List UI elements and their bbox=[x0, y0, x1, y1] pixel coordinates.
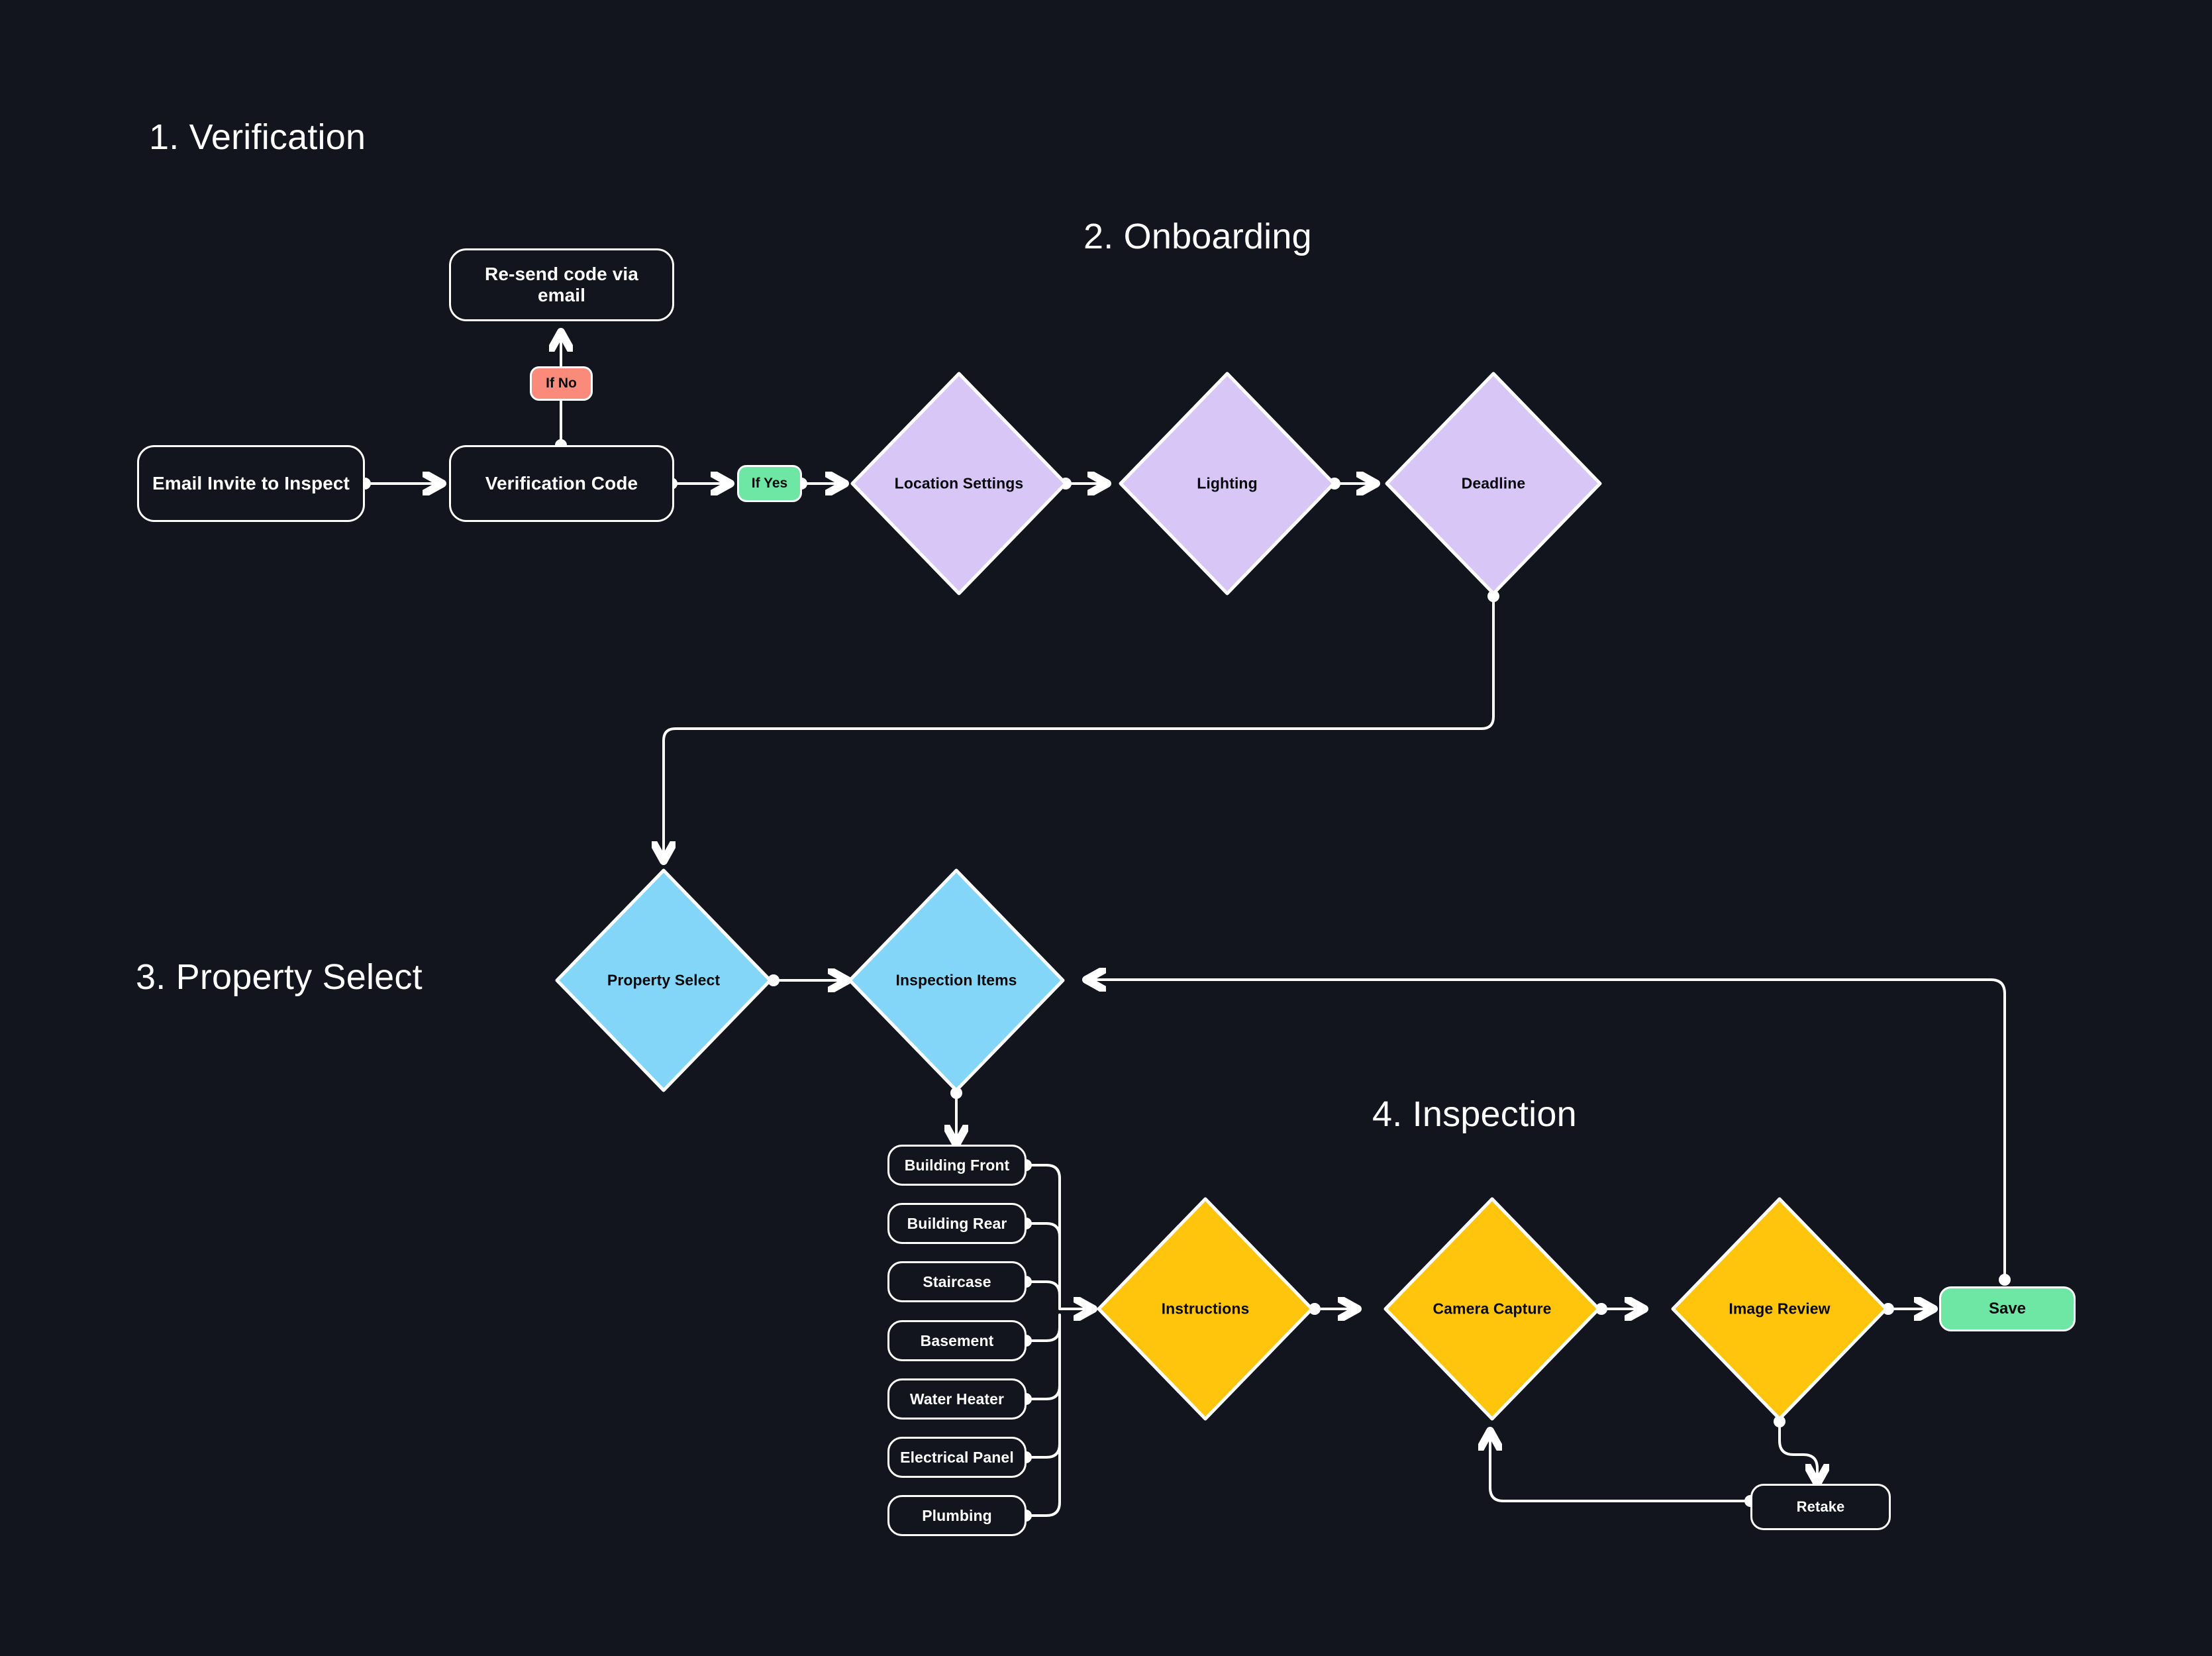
node-item-electrical-panel[interactable]: Electrical Panel bbox=[887, 1437, 1027, 1478]
section-title-verification: 1. Verification bbox=[149, 117, 366, 157]
node-inspection-items[interactable]: Inspection Items bbox=[847, 868, 1066, 1093]
section-title-onboarding: 2. Onboarding bbox=[1083, 217, 1312, 256]
diagram-canvas: 1. Verification 2. Onboarding 3. Propert… bbox=[0, 0, 2212, 1656]
node-save[interactable]: Save bbox=[1939, 1286, 2076, 1331]
edge-items-to-instructions bbox=[1020, 1159, 1093, 1522]
diamond-shape bbox=[1671, 1197, 1888, 1421]
edge-camera-to-image-review bbox=[1595, 1303, 1644, 1315]
edge-deadline-to-property-select bbox=[664, 590, 1499, 861]
node-lighting[interactable]: Lighting bbox=[1118, 371, 1336, 596]
node-deadline[interactable]: Deadline bbox=[1384, 371, 1603, 596]
edge-property-select-to-inspection-items bbox=[768, 974, 848, 986]
node-item-basement[interactable]: Basement bbox=[887, 1320, 1027, 1361]
edge-image-review-to-retake bbox=[1774, 1416, 1817, 1484]
section-title-inspection: 4. Inspection bbox=[1372, 1094, 1577, 1134]
edge-inspection-items-to-list bbox=[950, 1087, 962, 1145]
diamond-shape bbox=[555, 868, 772, 1092]
edge-instructions-to-camera bbox=[1309, 1303, 1358, 1315]
diamond-shape bbox=[1385, 372, 1602, 595]
diamond-shape bbox=[848, 868, 1065, 1092]
diamond-shape bbox=[1383, 1197, 1601, 1421]
node-retake[interactable]: Retake bbox=[1750, 1484, 1891, 1530]
node-verification-code[interactable]: Verification Code bbox=[449, 445, 674, 522]
node-item-building-rear[interactable]: Building Rear bbox=[887, 1203, 1027, 1244]
node-instructions[interactable]: Instructions bbox=[1096, 1196, 1315, 1422]
node-resend-code[interactable]: Re-send code via email bbox=[449, 248, 674, 321]
edge-image-review-to-save bbox=[1882, 1303, 1934, 1315]
node-property-select[interactable]: Property Select bbox=[554, 868, 773, 1093]
node-email-invite[interactable]: Email Invite to Inspect bbox=[137, 445, 365, 522]
edge-retake-to-camera bbox=[1490, 1431, 1756, 1507]
diamond-shape bbox=[850, 372, 1068, 595]
node-image-review[interactable]: Image Review bbox=[1670, 1196, 1889, 1422]
badge-if-yes[interactable]: If Yes bbox=[737, 465, 802, 502]
node-item-plumbing[interactable]: Plumbing bbox=[887, 1495, 1027, 1536]
diamond-shape bbox=[1119, 372, 1336, 595]
edge-email-to-verification bbox=[359, 478, 442, 490]
section-title-property-select: 3. Property Select bbox=[136, 957, 423, 997]
node-item-staircase[interactable]: Staircase bbox=[887, 1261, 1027, 1302]
badge-if-no[interactable]: If No bbox=[530, 366, 593, 401]
node-location-settings[interactable]: Location Settings bbox=[850, 371, 1068, 596]
node-item-building-front[interactable]: Building Front bbox=[887, 1145, 1027, 1186]
diamond-shape bbox=[1097, 1197, 1314, 1421]
node-camera-capture[interactable]: Camera Capture bbox=[1383, 1196, 1601, 1422]
node-item-water-heater[interactable]: Water Heater bbox=[887, 1378, 1027, 1420]
